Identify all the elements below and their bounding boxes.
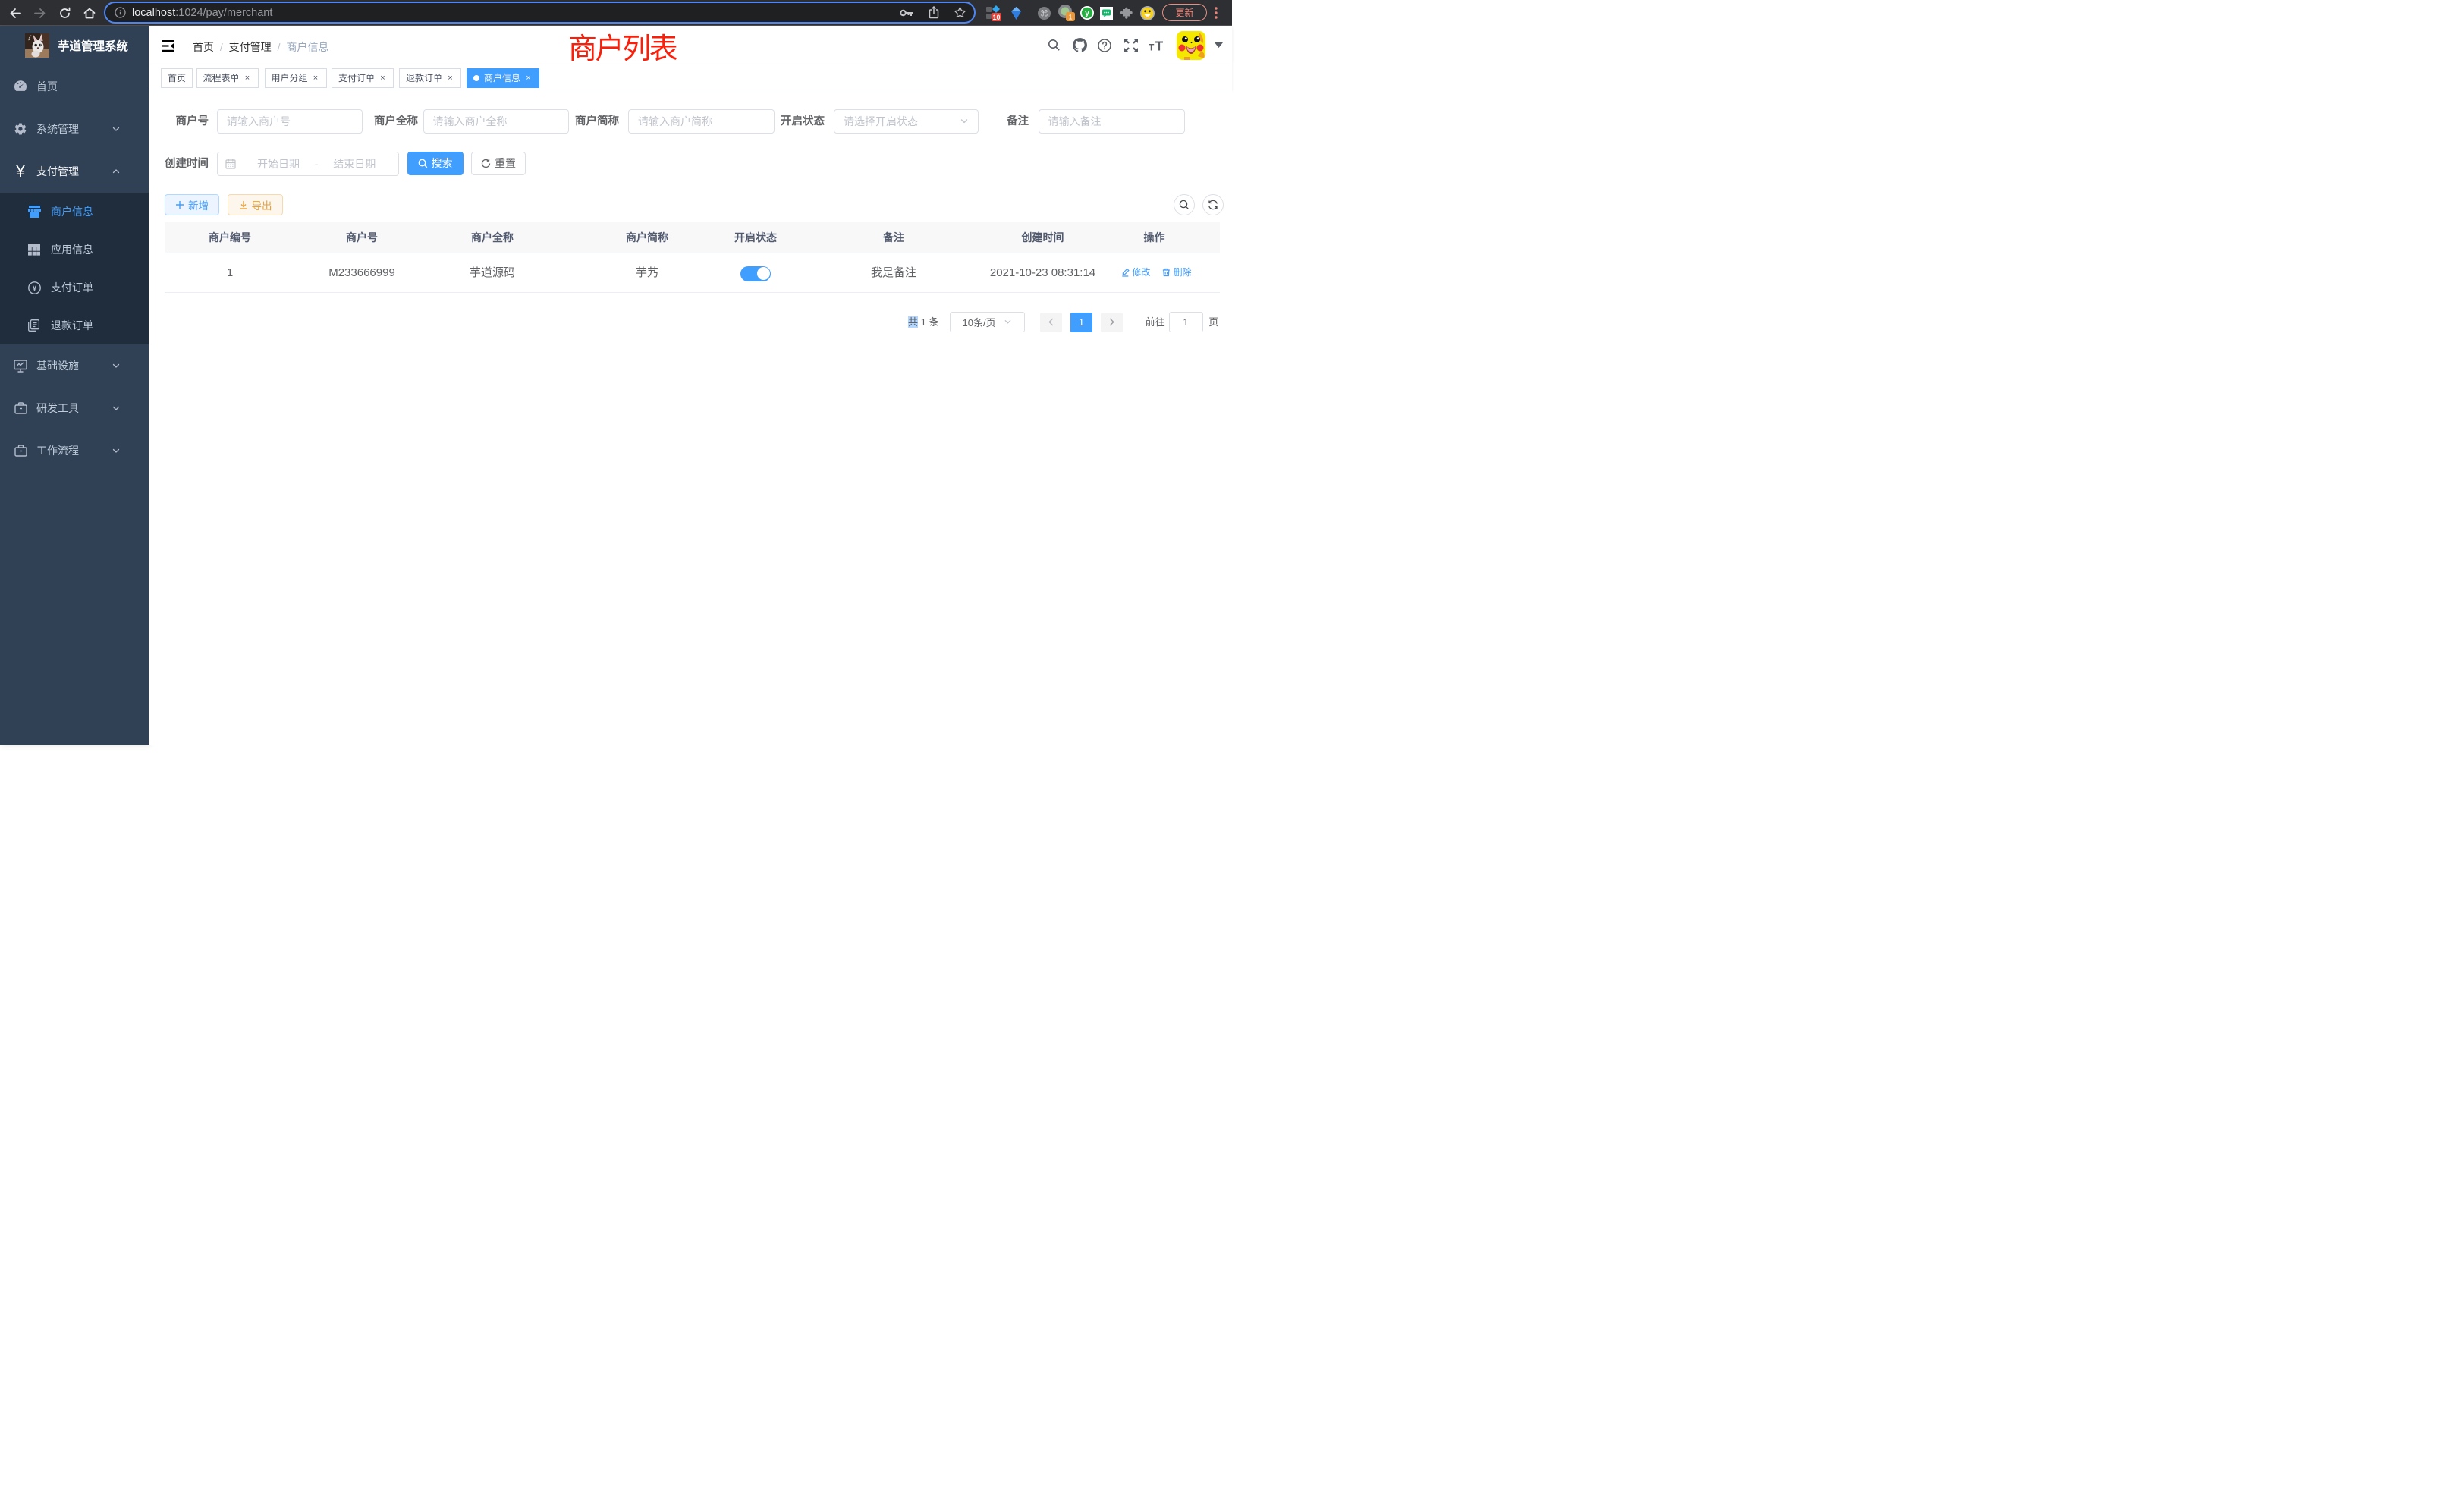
svg-text:¥: ¥	[33, 284, 37, 293]
svg-text:y: y	[1085, 10, 1089, 18]
svg-text:1: 1	[1068, 14, 1072, 21]
svg-text:⌘: ⌘	[1040, 9, 1048, 18]
svg-text:10: 10	[992, 14, 1000, 21]
svg-text:T: T	[1149, 42, 1155, 52]
svg-text:T: T	[1155, 39, 1164, 52]
